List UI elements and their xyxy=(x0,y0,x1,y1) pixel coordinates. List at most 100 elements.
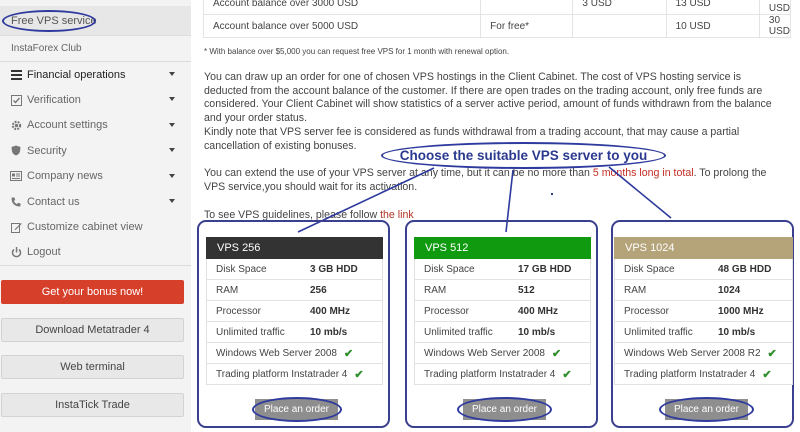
plan-table: VPS 1024 Disk Space 48 GB HDD RAM 1024 Pro… xyxy=(614,237,793,385)
row-value: 10 mb/s xyxy=(718,326,756,338)
row-label: Disk Space xyxy=(216,263,267,275)
row-label: Trading platform Instatrader 4 xyxy=(216,368,348,380)
row-label: Disk Space xyxy=(424,263,475,275)
row-value: 400 MHz xyxy=(518,305,559,317)
plan-row-os: Windows Web Server 2008 ✔ xyxy=(414,343,591,364)
table-cell: Account balance over 5000 USD xyxy=(202,14,482,38)
row-label: Disk Space xyxy=(624,263,675,275)
balance-pricing-table: Account balance over 3000 USD 3 USD 13 U… xyxy=(202,0,792,38)
annotation-oval xyxy=(457,397,552,422)
divider xyxy=(0,265,191,266)
chevron-down-icon xyxy=(169,97,175,102)
plan-row-os: Windows Web Server 2008 R2 ✔ xyxy=(614,343,793,364)
row-label: Unlimited traffic xyxy=(216,326,285,338)
plan-row-processor: Processor 1000 MHz xyxy=(614,301,793,322)
sidebar-item-financial-operations[interactable]: Financial operations xyxy=(0,62,191,87)
row-value: 1000 MHz xyxy=(718,305,764,317)
sidebar-item-security[interactable]: Security xyxy=(0,138,191,163)
callout-text: Choose the suitable VPS server to you xyxy=(399,148,648,163)
sidebar-item-customize-cabinet-view[interactable]: Customize cabinet view xyxy=(0,214,191,239)
checkmark-icon: ✔ xyxy=(354,368,364,381)
main-content: Account balance over 3000 USD 3 USD 13 U… xyxy=(191,0,800,432)
table-row: Account balance over 3000 USD 3 USD 13 U… xyxy=(202,0,792,15)
chevron-down-icon xyxy=(169,122,175,127)
checkmark-icon: ✔ xyxy=(562,368,572,381)
table-cell xyxy=(572,14,667,38)
plan-card-vps-512: VPS 512 Disk Space 17 GB HDD RAM 512 Proce… xyxy=(405,220,598,428)
row-label: RAM xyxy=(624,284,647,296)
table-cell: 13 USD xyxy=(665,0,760,15)
plan-header: VPS 1024 xyxy=(614,237,793,259)
sidebar-item-company-news[interactable]: Company news xyxy=(0,164,191,189)
row-label: RAM xyxy=(424,284,447,296)
row-label: Windows Web Server 2008 R2 xyxy=(624,347,761,359)
row-label: Processor xyxy=(216,305,262,317)
sidebar-item-label: Customize cabinet view xyxy=(27,221,143,234)
gear-icon xyxy=(10,119,22,131)
plan-row-os: Windows Web Server 2008 ✔ xyxy=(206,343,383,364)
row-label: Windows Web Server 2008 xyxy=(216,347,337,359)
row-label: Unlimited traffic xyxy=(624,326,693,338)
table-cell: 10 USD xyxy=(665,14,760,38)
annotation-oval xyxy=(659,397,754,422)
row-label: Trading platform Instatrader 4 xyxy=(624,368,756,380)
sidebar-menu: Financial operations Verification Accoun… xyxy=(0,62,191,265)
annotation-callout: Choose the suitable VPS server to you xyxy=(381,142,666,169)
plan-row-disk: Disk Space 3 GB HDD xyxy=(206,259,383,280)
annotation-oval xyxy=(2,10,96,32)
sidebar: Free VPS service InstaForex Club Financi… xyxy=(0,0,191,432)
row-label: Windows Web Server 2008 xyxy=(424,347,545,359)
row-label: Processor xyxy=(624,305,670,317)
table-cell: 3 USD xyxy=(572,0,667,15)
sidebar-item-verification[interactable]: Verification xyxy=(0,87,191,112)
instatick-trade-button[interactable]: InstaTick Trade xyxy=(1,393,184,417)
row-label: Trading platform Instatrader 4 xyxy=(424,368,556,380)
row-label: Unlimited traffic xyxy=(424,326,493,338)
table-cell xyxy=(480,0,574,15)
annotation-dot xyxy=(551,193,553,195)
get-bonus-button[interactable]: Get your bonus now! xyxy=(1,280,184,304)
sidebar-item-label: Company news xyxy=(27,170,103,183)
plan-row-disk: Disk Space 48 GB HDD xyxy=(614,259,793,280)
plan-row-processor: Processor 400 MHz xyxy=(206,301,383,322)
paragraph-order-info: You can draw up an order for one of chos… xyxy=(204,71,772,124)
row-value: 17 GB HDD xyxy=(518,263,572,275)
plan-row-processor: Processor 400 MHz xyxy=(414,301,591,322)
checkmark-icon: ✔ xyxy=(551,347,562,360)
news-icon xyxy=(10,170,22,182)
chevron-down-icon xyxy=(169,72,175,76)
sidebar-item-contact-us[interactable]: Contact us xyxy=(0,189,191,214)
download-metatrader-button[interactable]: Download Metatrader 4 xyxy=(1,318,184,342)
plan-row-traffic: Unlimited traffic 10 mb/s xyxy=(414,322,591,343)
sidebar-item-logout[interactable]: Logout xyxy=(0,240,191,265)
plan-row-ram: RAM 1024 xyxy=(614,280,793,301)
chevron-down-icon xyxy=(169,148,175,153)
guidelines-link[interactable]: the link xyxy=(380,209,414,221)
plan-header: VPS 256 xyxy=(206,237,383,259)
sidebar-item-instaforex-club[interactable]: InstaForex Club xyxy=(11,43,82,54)
table-row: Account balance over 5000 USD For free* … xyxy=(202,14,792,38)
sidebar-item-account-settings[interactable]: Account settings xyxy=(0,113,191,138)
sidebar-item-label: Contact us xyxy=(27,195,80,208)
highlight-text: 5 months long in total xyxy=(592,167,694,179)
plan-row-ram: RAM 256 xyxy=(206,280,383,301)
plan-row-traffic: Unlimited traffic 10 mb/s xyxy=(206,322,383,343)
row-value: 1024 xyxy=(718,284,741,296)
checkmark-icon: ✔ xyxy=(343,347,354,360)
sidebar-item-label: Verification xyxy=(27,94,81,107)
plan-table: VPS 256 Disk Space 3 GB HDD RAM 256 Proces… xyxy=(206,237,383,385)
row-label: RAM xyxy=(216,284,239,296)
logout-icon xyxy=(10,246,22,258)
plan-table: VPS 512 Disk Space 17 GB HDD RAM 512 Proce… xyxy=(414,237,591,385)
shield-icon xyxy=(10,145,22,157)
web-terminal-button[interactable]: Web terminal xyxy=(1,355,184,379)
checkmark-icon: ✔ xyxy=(762,368,772,381)
row-value: 256 xyxy=(310,284,327,296)
row-label: Processor xyxy=(424,305,470,317)
annotation-oval xyxy=(252,397,342,422)
table-cell: 33 USD xyxy=(758,0,792,15)
row-value: 3 GB HDD xyxy=(310,263,358,275)
list-icon xyxy=(10,69,22,81)
plan-row-traffic: Unlimited traffic 10 mb/s xyxy=(614,322,793,343)
sidebar-item-label: Security xyxy=(27,144,67,157)
